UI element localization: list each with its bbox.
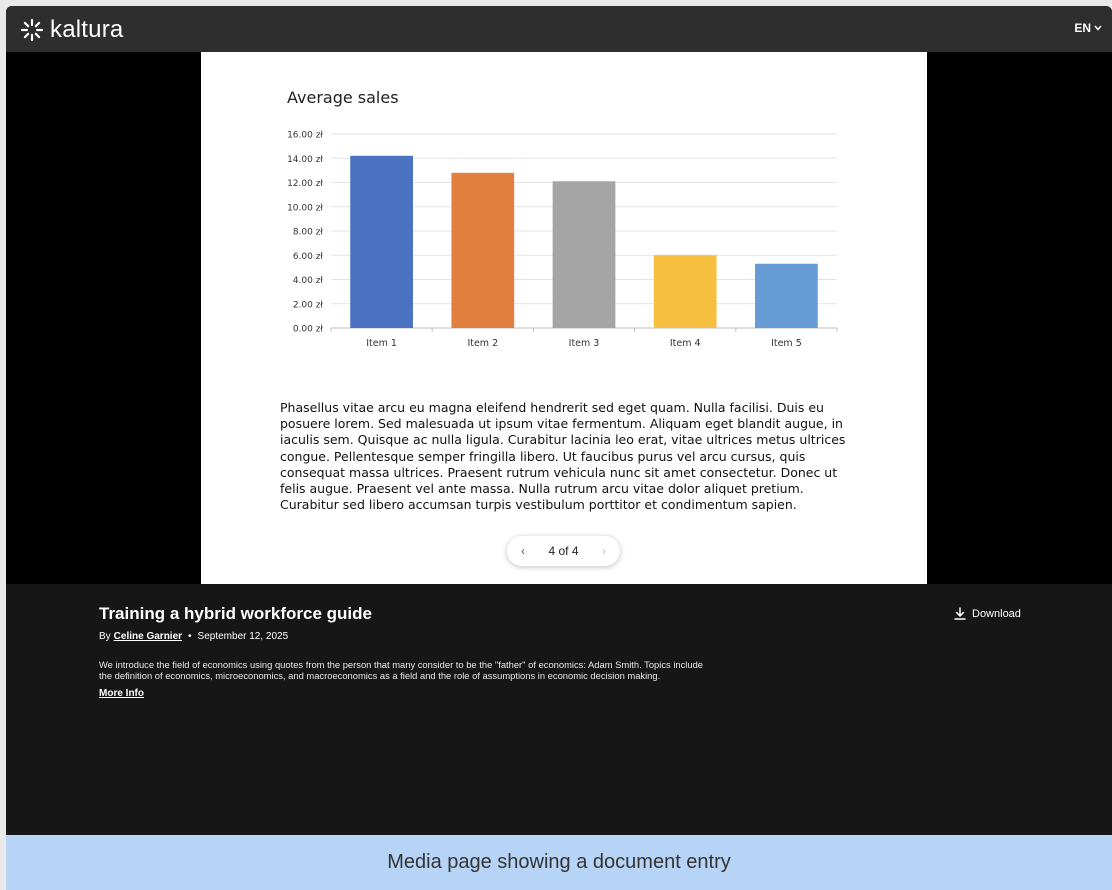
bar-item-5 xyxy=(755,263,818,328)
entry-title: Training a hybrid workforce guide xyxy=(99,604,372,623)
bar-item-2 xyxy=(451,172,515,328)
chevron-down-icon xyxy=(1094,25,1102,31)
document-viewer: Average sales 0.00 zł 2.00 zł 4.00 zł 6.00 … xyxy=(6,52,1112,584)
bar-item-4 xyxy=(653,255,717,328)
separator-dot: • xyxy=(188,631,192,642)
download-button[interactable]: Download xyxy=(954,607,1021,620)
y-tick-label: 6.00 zł xyxy=(293,252,324,262)
document-paragraph: Phasellus vitae arcu eu magna eleifend h… xyxy=(280,400,846,513)
y-tick-label: 12.00 zł xyxy=(287,179,323,189)
media-page: kaltura EN Average sales 0.00 zł 2.00 zł 4… xyxy=(6,6,1112,890)
next-page-button[interactable]: › xyxy=(602,544,606,558)
language-selector[interactable]: EN xyxy=(1074,21,1102,35)
bar-item-1 xyxy=(350,155,413,328)
author-link[interactable]: Celine Garnier xyxy=(114,631,182,642)
bar-item-3 xyxy=(552,181,616,328)
entry-meta: By Celine Garnier • September 12, 2025 xyxy=(99,631,719,642)
entry-date: September 12, 2025 xyxy=(197,631,289,642)
top-bar: kaltura EN xyxy=(6,6,1112,52)
bar-chart: 0.00 zł 2.00 zł 4.00 zł 6.00 zł 8.00 zł 10.00… xyxy=(287,131,838,349)
entry-description: We introduce the field of economics usin… xyxy=(99,659,704,682)
x-tick-label: Item 4 xyxy=(670,338,701,349)
kaltura-burst-icon xyxy=(20,18,44,42)
y-tick-label: 0.00 zł xyxy=(293,325,324,335)
x-tick-label: Item 3 xyxy=(569,338,600,349)
y-tick-label: 8.00 zł xyxy=(293,228,324,238)
y-tick-label: 10.00 zł xyxy=(287,203,323,213)
caption-band: Media page showing a document entry xyxy=(6,835,1112,890)
more-info-link[interactable]: More Info xyxy=(99,688,144,699)
document-page: Average sales 0.00 zł 2.00 zł 4.00 zł 6.00 … xyxy=(201,52,927,584)
x-tick-label: Item 1 xyxy=(366,338,397,349)
download-icon xyxy=(954,607,966,620)
logo-text: kaltura xyxy=(50,16,124,43)
x-tick-label: Item 5 xyxy=(771,338,802,349)
y-tick-label: 14.00 zł xyxy=(287,155,323,165)
language-label: EN xyxy=(1074,21,1091,35)
y-tick-label: 4.00 zł xyxy=(293,276,324,286)
y-tick-label: 2.00 zł xyxy=(293,300,324,310)
entry-details: Training a hybrid workforce guide By Cel… xyxy=(99,604,719,701)
by-label: By xyxy=(99,631,111,642)
page-navigator: ‹ 4 of 4 › xyxy=(507,536,620,566)
page-indicator: 4 of 4 xyxy=(548,544,579,558)
x-tick-label: Item 2 xyxy=(467,338,498,349)
previous-page-button[interactable]: ‹ xyxy=(521,544,525,558)
y-tick-label: 16.00 zł xyxy=(287,131,323,141)
download-label: Download xyxy=(972,607,1021,620)
kaltura-logo[interactable]: kaltura xyxy=(20,16,123,44)
caption-text: Media page showing a document entry xyxy=(387,851,731,873)
